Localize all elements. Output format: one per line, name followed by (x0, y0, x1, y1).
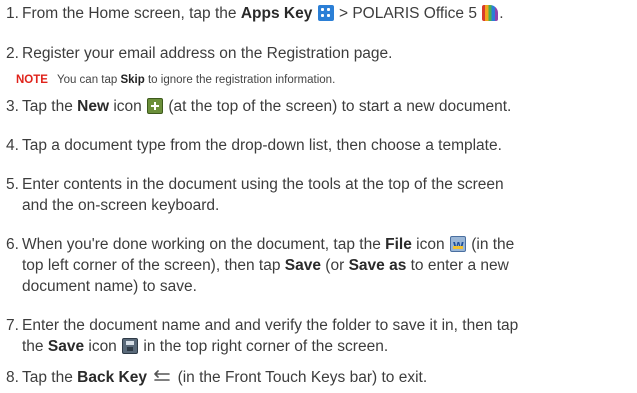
step-text: Register your email address on the Regis… (22, 45, 393, 62)
step-4: 4. Tap a document type from the drop-down… (6, 135, 628, 156)
step-3: 3. Tap the New icon (at the top of the sc… (6, 96, 628, 117)
step-text: Enter contents in the document using the… (22, 176, 504, 193)
step-text: and the on-screen keyboard. (22, 197, 220, 214)
step-6: 6. When you're done working on the docume… (6, 234, 628, 297)
step-text: icon (411, 236, 449, 253)
file-icon (449, 236, 466, 257)
step-number: 3. (6, 98, 19, 115)
back-key-label: Back Key (77, 369, 147, 386)
step-number: 4. (6, 137, 19, 154)
step-text: From the Home screen, tap the (22, 5, 241, 22)
step-text: (in the (466, 236, 515, 253)
apps-key-icon (317, 5, 334, 21)
apps-key-label: Apps Key (240, 5, 313, 22)
step-text: to enter a new (406, 257, 509, 274)
step-text: (in the Front Touch Keys bar) to exit. (173, 369, 428, 386)
step-line: top left corner of the screen), then tap… (6, 255, 628, 276)
app-name: POLARIS Office 5 (352, 5, 477, 22)
step-text: Tap the (22, 369, 78, 386)
new-label: New (77, 98, 110, 115)
note-label: NOTE (16, 74, 48, 86)
step-number: 2. (6, 45, 19, 62)
save-as-label: Save as (348, 257, 407, 274)
step-2: 2. Register your email address on the Reg… (6, 43, 628, 64)
step-text: the (22, 338, 48, 355)
new-document-icon (147, 98, 164, 114)
file-label: File (385, 236, 412, 253)
step-text: in the top right corner of the screen. (139, 338, 389, 355)
step-7: 7. Enter the document name and and verify… (6, 315, 628, 357)
step-text: Enter the document name and and verify t… (22, 317, 519, 334)
step-number: 6. (6, 236, 19, 253)
step-text: icon (84, 338, 122, 355)
step-number: 5. (6, 176, 19, 193)
save-label: Save (47, 338, 85, 355)
step-8: 8. Tap the Back Key (in the Front Touch K… (6, 367, 628, 388)
step-text: (or (321, 257, 349, 274)
save-icon (122, 338, 139, 354)
note: NOTE You can tap Skip to ignore the regis… (16, 74, 335, 86)
step-text: > (334, 5, 353, 22)
step-1: 1. From the Home screen, tap the Apps Key… (6, 5, 504, 22)
polaris-office-icon (482, 5, 499, 21)
step-text: When you're done working on the document… (22, 236, 386, 253)
step-number: 7. (6, 317, 19, 334)
step-number: 8. (6, 369, 19, 386)
step-text: icon (109, 98, 147, 115)
skip-label: Skip (120, 74, 145, 86)
step-text: Tap a document type from the drop-down l… (22, 137, 502, 154)
step-number: 1. (6, 5, 19, 22)
step-text: document name) to save. (22, 278, 197, 295)
step-text: (at the top of the screen) to start a ne… (164, 98, 512, 115)
back-key-icon (152, 370, 172, 384)
instructions-page: 1. From the Home screen, tap the Apps Key… (0, 0, 637, 393)
save-label: Save (284, 257, 321, 274)
step-text: Tap the (22, 98, 78, 115)
step-5: 5. Enter contents in the document using t… (6, 174, 628, 216)
note-text: to ignore the registration information. (144, 74, 336, 86)
note-text: You can tap (56, 74, 121, 86)
step-text: top left corner of the screen), then tap (22, 257, 285, 274)
step-line: the Save icon in the top right corner of… (6, 336, 628, 357)
